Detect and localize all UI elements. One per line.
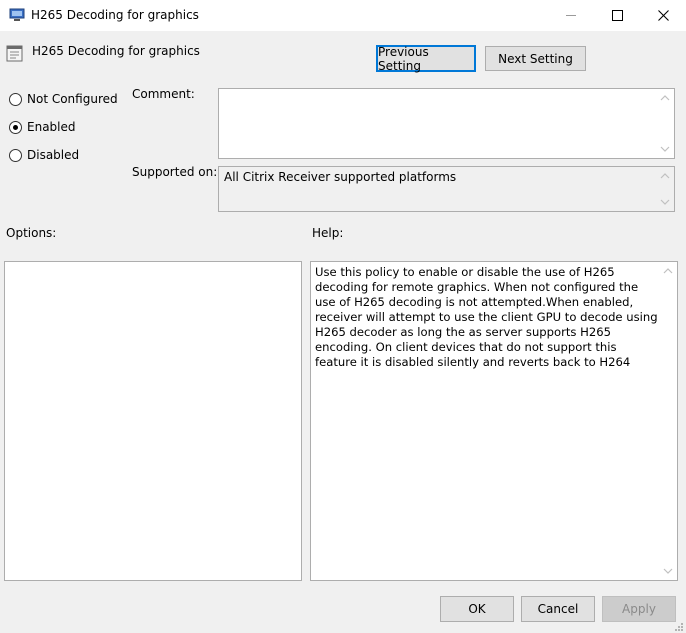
maximize-icon — [611, 10, 623, 21]
radio-not-configured[interactable]: Not Configured — [9, 92, 118, 106]
previous-setting-button[interactable]: Previous Setting — [376, 45, 476, 73]
resize-grip-icon[interactable] — [672, 620, 684, 632]
app-icon — [9, 8, 25, 21]
radio-circle[interactable] — [9, 148, 22, 162]
radio-label: Not Configured — [27, 92, 118, 106]
options-panel — [4, 261, 302, 581]
policy-name: H265 Decoding for graphics — [32, 44, 200, 58]
supported-on-label: Supported on: — [132, 165, 218, 179]
scroll-down-icon[interactable] — [660, 144, 670, 154]
radio-enabled[interactable]: Enabled — [9, 120, 76, 134]
help-panel: Use this policy to enable or disable the… — [310, 261, 678, 581]
close-icon — [657, 10, 669, 21]
scroll-up-icon[interactable] — [660, 171, 670, 181]
help-scrollbar[interactable] — [660, 262, 677, 580]
ok-button[interactable]: OK — [440, 596, 514, 622]
apply-button[interactable]: Apply — [602, 596, 676, 622]
supported-on-value: All Citrix Receiver supported platforms — [224, 170, 457, 184]
maximize-button[interactable] — [594, 0, 640, 31]
supported-scrollbar[interactable] — [657, 167, 674, 211]
radio-circle[interactable] — [9, 120, 22, 134]
radio-selected-dot — [13, 124, 18, 130]
radio-label: Enabled — [27, 120, 76, 134]
scroll-down-icon[interactable] — [663, 566, 673, 576]
cancel-button[interactable]: Cancel — [521, 596, 595, 622]
scroll-up-icon[interactable] — [663, 266, 673, 276]
policy-setting-icon — [6, 45, 23, 62]
radio-label: Disabled — [27, 148, 80, 162]
radio-circle[interactable] — [9, 92, 22, 106]
comment-textarea[interactable] — [218, 88, 675, 159]
close-button[interactable] — [640, 0, 686, 31]
comment-scrollbar[interactable] — [657, 89, 674, 158]
help-label: Help: — [312, 226, 344, 240]
scroll-up-icon[interactable] — [660, 93, 670, 103]
minimize-button[interactable] — [548, 0, 594, 31]
comment-label: Comment: — [132, 87, 195, 101]
help-text: Use this policy to enable or disable the… — [315, 265, 658, 369]
next-setting-button[interactable]: Next Setting — [485, 46, 586, 71]
window-title: H265 Decoding for graphics — [31, 8, 199, 22]
scroll-down-icon[interactable] — [660, 197, 670, 207]
minimize-icon — [566, 15, 576, 16]
options-label: Options: — [6, 226, 57, 240]
radio-disabled[interactable]: Disabled — [9, 148, 79, 162]
